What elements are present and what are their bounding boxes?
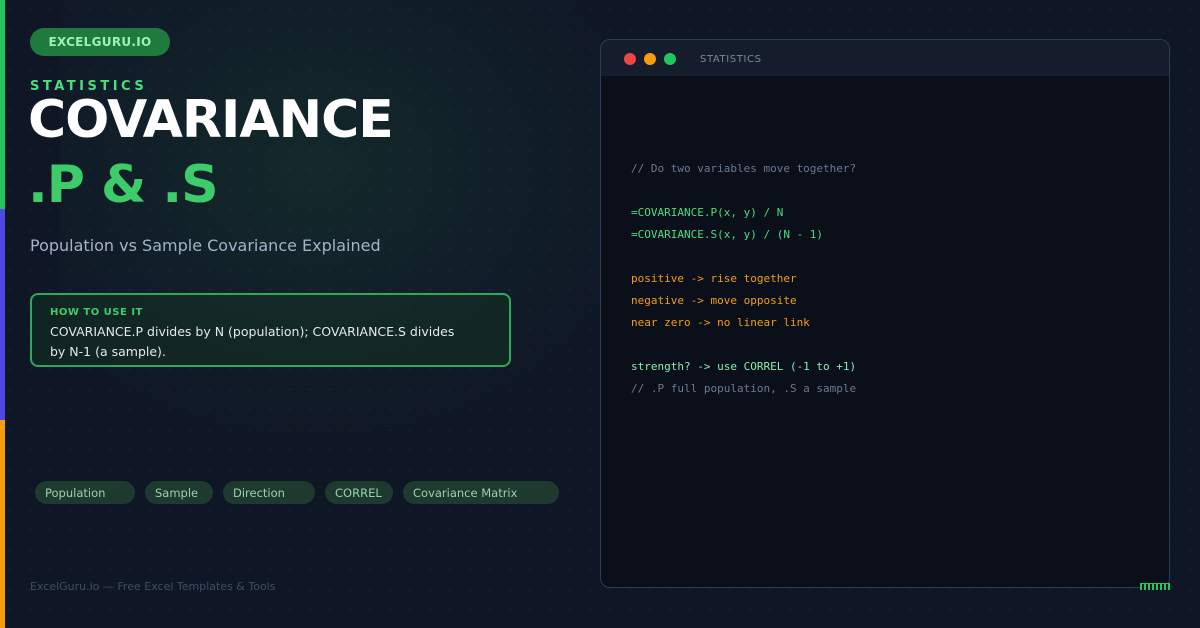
- page-title-line1: COVARIANCE: [28, 90, 394, 150]
- code-line: near zero -> no linear link: [631, 316, 810, 329]
- code-line: positive -> rise together: [631, 272, 797, 285]
- code-line: // Do two variables move together?: [631, 162, 857, 175]
- how-to-heading: HOW TO USE IT: [50, 307, 143, 318]
- window-title: STATISTICS: [700, 54, 762, 65]
- edge-accent-purple: [0, 209, 5, 420]
- footer-credit: ExcelGuru.io — Free Excel Templates & To…: [30, 580, 276, 593]
- maximize-dot-icon[interactable]: [664, 53, 676, 65]
- code-line: // .P full population, .S a sample: [631, 382, 857, 395]
- minimize-dot-icon[interactable]: [644, 53, 656, 65]
- window-titlebar: STATISTICS: [601, 40, 1169, 76]
- page-title-line2: .P & .S: [28, 155, 219, 215]
- close-dot-icon[interactable]: [624, 53, 636, 65]
- how-to-use-card: HOW TO USE IT COVARIANCE.P divides by N …: [30, 293, 511, 367]
- code-line: =COVARIANCE.P(x, y) / N: [631, 206, 784, 219]
- code-line: =COVARIANCE.S(x, y) / (N - 1): [631, 228, 824, 241]
- tag-direction[interactable]: Direction: [223, 481, 315, 504]
- tag-correl[interactable]: CORREL: [325, 481, 393, 504]
- code-line: negative -> move opposite: [631, 294, 797, 307]
- edge-accent-orange: [0, 420, 5, 628]
- code-block: // Do two variables move together? =COVAR…: [631, 158, 856, 400]
- edge-accent-green: [0, 0, 5, 209]
- tag-sample[interactable]: Sample: [145, 481, 213, 504]
- code-line: strength? -> use CORREL (-1 to +1): [631, 360, 857, 373]
- brand-badge[interactable]: EXCELGURU.IO: [30, 28, 170, 56]
- tag-population[interactable]: Population: [35, 481, 135, 504]
- code-window: STATISTICS // Do two variables move toge…: [600, 39, 1170, 588]
- tag-covariance-matrix[interactable]: Covariance Matrix: [403, 481, 559, 504]
- corner-pattern-icon: [1140, 583, 1170, 590]
- page-subtitle: Population vs Sample Covariance Explaine…: [30, 236, 381, 255]
- how-to-body: COVARIANCE.P divides by N (population); …: [50, 324, 455, 359]
